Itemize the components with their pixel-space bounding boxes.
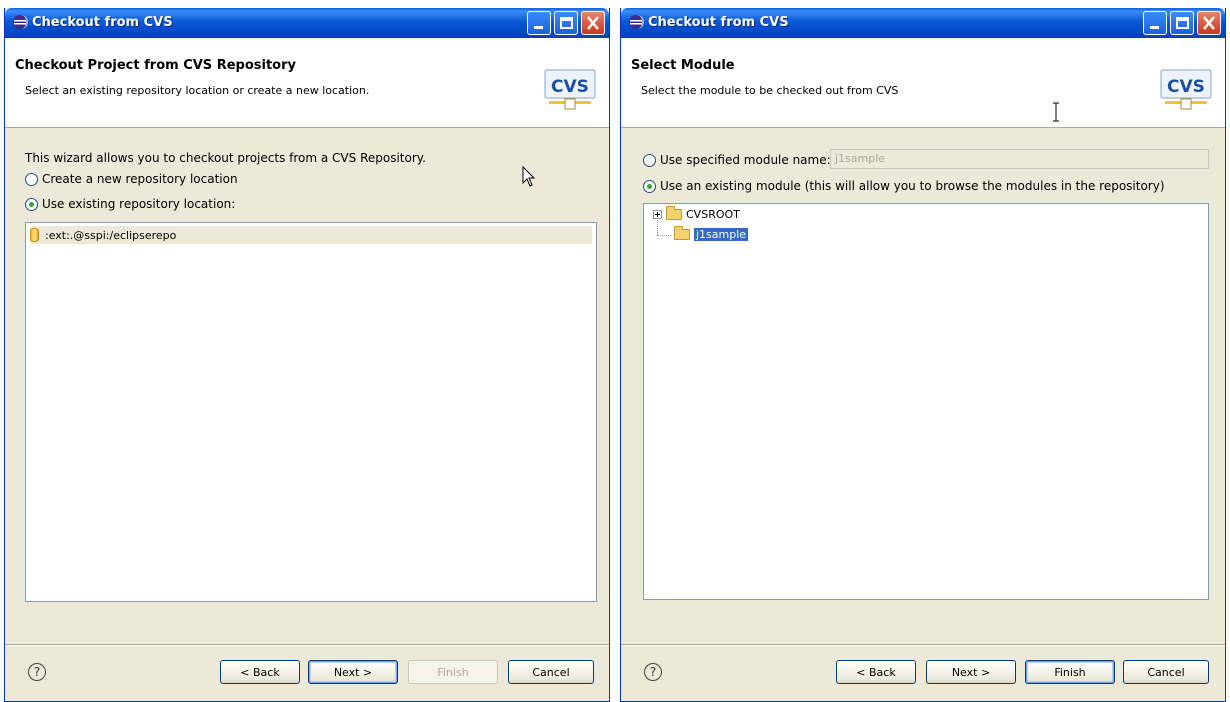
radio-button[interactable] xyxy=(25,197,38,211)
help-icon[interactable]: ? xyxy=(28,663,46,681)
page-title: Select Module xyxy=(631,58,735,73)
page-description: Select an existing repository location o… xyxy=(25,84,370,97)
page-description: Select the module to be checked out from… xyxy=(641,84,899,97)
next-button[interactable]: Next > xyxy=(308,660,398,684)
create-new-location-radio[interactable]: Create a new repository location xyxy=(25,172,238,186)
cvs-logo-text: CVS xyxy=(1167,77,1205,97)
wizard-body: Use specified module name: j1sample Use … xyxy=(621,129,1225,701)
tree-item-cvsroot[interactable]: CVSROOT xyxy=(653,206,740,221)
use-specified-module-radio[interactable]: Use specified module name: xyxy=(643,153,831,167)
radio-button[interactable] xyxy=(643,153,656,167)
close-icon xyxy=(1203,16,1215,30)
finish-button[interactable]: Finish xyxy=(408,660,498,684)
maximize-icon xyxy=(560,17,573,29)
folder-icon xyxy=(666,206,682,220)
window-title: Checkout from CVS xyxy=(32,15,173,30)
cvs-logo-icon: CVS xyxy=(1160,69,1212,110)
checkout-wizard-window-left: Checkout from CVS Checkout Project from … xyxy=(4,8,610,702)
back-button[interactable]: < Back xyxy=(836,660,916,684)
use-existing-location-radio[interactable]: Use existing repository location: xyxy=(25,197,235,211)
title-bar[interactable]: Checkout from CVS xyxy=(621,8,1225,38)
finish-button[interactable]: Finish xyxy=(1025,660,1115,684)
footer-separator xyxy=(621,644,1225,646)
radio-button[interactable] xyxy=(643,179,656,193)
window-title: Checkout from CVS xyxy=(648,15,789,30)
radio-label: Use an existing module (this will allow … xyxy=(660,179,1165,193)
repository-list[interactable]: :ext:.@sspi:/eclipserepo xyxy=(25,222,597,602)
minimize-icon xyxy=(1150,26,1159,29)
next-button[interactable]: Next > xyxy=(926,660,1016,684)
radio-label: Use specified module name: xyxy=(660,153,831,167)
tree-item-label: CVSROOT xyxy=(686,208,740,221)
cvs-logo-icon: CVS xyxy=(544,69,596,110)
eclipse-icon xyxy=(629,15,644,29)
maximize-button[interactable] xyxy=(1170,11,1194,35)
tree-line xyxy=(657,235,671,236)
cvs-logo-text: CVS xyxy=(551,77,589,97)
radio-button[interactable] xyxy=(25,172,38,186)
title-bar[interactable]: Checkout from CVS xyxy=(5,8,609,38)
maximize-button[interactable] xyxy=(554,11,578,35)
module-tree[interactable]: CVSROOT j1sample xyxy=(643,203,1209,600)
minimize-button[interactable] xyxy=(1143,11,1167,35)
mouse-cursor-icon xyxy=(522,166,536,187)
tree-item-j1sample[interactable]: j1sample xyxy=(674,226,749,241)
text-cursor-icon xyxy=(1053,102,1059,122)
minimize-button[interactable] xyxy=(527,11,551,35)
maximize-icon xyxy=(1176,17,1189,29)
folder-icon xyxy=(674,226,690,240)
module-name-field[interactable]: j1sample xyxy=(830,149,1209,169)
checkout-wizard-window-right: Checkout from CVS Select Module Select t… xyxy=(620,8,1226,702)
tree-item-label: j1sample xyxy=(694,228,749,241)
close-button[interactable] xyxy=(581,11,605,35)
wizard-body: This wizard allows you to checkout proje… xyxy=(5,129,609,701)
help-icon[interactable]: ? xyxy=(644,663,662,681)
radio-label: Create a new repository location xyxy=(42,172,238,186)
close-icon xyxy=(587,16,599,30)
close-button[interactable] xyxy=(1197,11,1221,35)
cancel-button[interactable]: Cancel xyxy=(508,660,594,684)
radio-label: Use existing repository location: xyxy=(42,197,236,211)
page-title: Checkout Project from CVS Repository xyxy=(15,58,296,73)
list-item[interactable]: :ext:.@sspi:/eclipserepo xyxy=(30,226,592,244)
intro-text: This wizard allows you to checkout proje… xyxy=(25,151,426,165)
repository-icon xyxy=(30,228,39,242)
minimize-icon xyxy=(534,26,543,29)
expand-icon[interactable] xyxy=(653,210,662,219)
use-existing-module-radio[interactable]: Use an existing module (this will allow … xyxy=(643,179,1165,193)
footer-separator xyxy=(5,644,609,646)
wizard-header: Checkout Project from CVS Repository Sel… xyxy=(5,38,609,128)
wizard-header: Select Module Select the module to be ch… xyxy=(621,38,1225,128)
eclipse-icon xyxy=(13,15,28,29)
repository-label: :ext:.@sspi:/eclipserepo xyxy=(45,228,177,242)
cancel-button[interactable]: Cancel xyxy=(1123,660,1209,684)
back-button[interactable]: < Back xyxy=(220,660,300,684)
